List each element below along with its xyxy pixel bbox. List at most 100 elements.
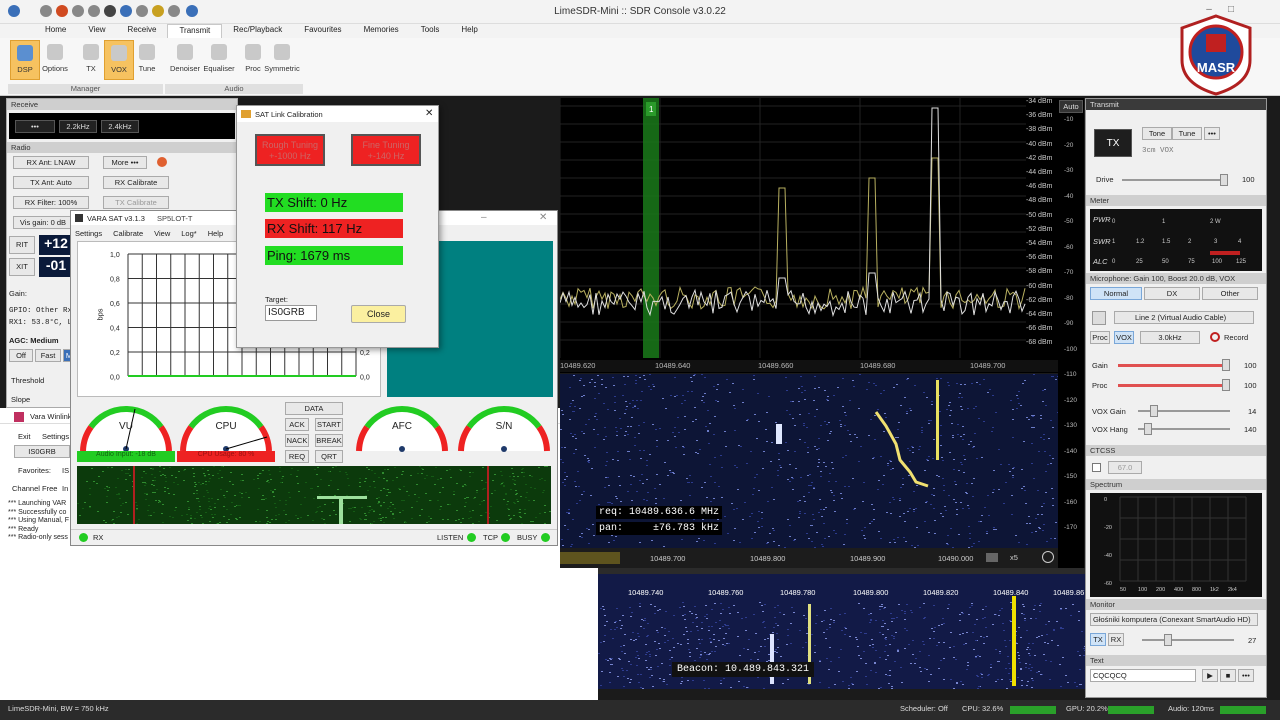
rough-tuning-button[interactable]: Rough Tuning +-1000 Hz (255, 134, 325, 166)
lifebuoy-icon[interactable] (157, 157, 167, 167)
waterfall-display[interactable]: req: 10489.636.6 MHz pan: ±76.783 kHz (560, 374, 1060, 550)
symmetric-button[interactable]: Symmetric (264, 40, 300, 80)
bw-2.4-button[interactable]: 2.4kHz (101, 120, 139, 133)
vara-minimize-icon[interactable]: – (481, 212, 487, 223)
vox-button[interactable]: VOX (104, 40, 134, 80)
play-circle-icon[interactable] (1042, 551, 1054, 563)
vox-toggle[interactable]: VOX (1114, 331, 1134, 344)
mic-icon[interactable] (1092, 311, 1106, 325)
sn-gauge: S/N (455, 401, 553, 463)
zoom-label[interactable]: x5 (1010, 553, 1018, 562)
tune-button-tx[interactable]: Tune (1172, 127, 1202, 140)
mic-dx-tab[interactable]: DX (1144, 287, 1200, 300)
text-more-icon[interactable]: ••• (1238, 669, 1254, 682)
xit-button[interactable]: XIT (9, 258, 35, 276)
rx-filter-select[interactable]: RX Filter: 100% (13, 196, 89, 209)
lower-waterfall[interactable]: 10489.740 10489.760 10489.780 10489.800 … (598, 574, 1087, 690)
spectrum-display[interactable]: 1 10489.620 10489.640 10489.660 10489.68… (559, 98, 1061, 373)
break-button[interactable]: BREAK (315, 434, 343, 447)
rx-ant-select[interactable]: RX Ant: LNAW (13, 156, 89, 169)
vis-gain-select[interactable]: Vis gain: 0 dB (13, 216, 73, 229)
rit-button[interactable]: RIT (9, 236, 35, 254)
vara-menu-calibrate[interactable]: Calibrate (113, 229, 143, 238)
bw-2.2-button[interactable]: 2.2kHz (59, 120, 97, 133)
winlink-menu-settings[interactable]: Settings (42, 432, 69, 441)
tab-transmit[interactable]: Transmit (167, 24, 223, 38)
tx-ant-select[interactable]: TX Ant: Auto (13, 176, 89, 189)
nack-button[interactable]: NACK (285, 434, 309, 447)
text-play-icon[interactable]: ▶ (1202, 669, 1218, 682)
mic-normal-tab[interactable]: Normal (1090, 287, 1142, 300)
proc-slider[interactable] (1118, 379, 1230, 391)
denoiser-button[interactable]: Denoiser (168, 40, 202, 80)
req-button[interactable]: REQ (285, 450, 309, 463)
agc-fast-button[interactable]: Fast (35, 349, 61, 362)
favorites-value[interactable]: IS (62, 466, 69, 475)
bps-tick: 0,0 (110, 375, 120, 382)
vara-menu-view[interactable]: View (154, 229, 170, 238)
tx-more-button[interactable]: ••• (1204, 127, 1220, 140)
winlink-menu-exit[interactable]: Exit (18, 432, 31, 441)
tab-receive[interactable]: Receive (117, 24, 168, 38)
tab-help[interactable]: Help (450, 24, 488, 38)
monitor-slider[interactable] (1142, 634, 1234, 646)
text-stop-icon[interactable]: ■ (1220, 669, 1236, 682)
dsp-button[interactable]: DSP (10, 40, 40, 80)
tune-button[interactable]: Tune (132, 40, 162, 80)
tab-favourites[interactable]: Favourites (293, 24, 352, 38)
rx-marker-band[interactable] (643, 98, 659, 358)
beacon-marker[interactable] (1012, 596, 1016, 686)
more-button[interactable]: More ••• (103, 156, 147, 169)
vara-menu-log[interactable]: Log* (181, 229, 196, 238)
monitor-output-select[interactable]: Głośniki komputera (Conexant SmartAudio … (1090, 613, 1258, 626)
monitor-tx-toggle[interactable]: TX (1090, 633, 1106, 646)
keyboard-icon[interactable] (986, 553, 998, 562)
target-input[interactable]: IS0GRB (265, 305, 317, 321)
gain-slider[interactable] (1118, 359, 1230, 371)
audio-input-select[interactable]: Line 2 (Virtual Audio Cable) (1114, 311, 1254, 324)
vara-menu-help[interactable]: Help (208, 229, 223, 238)
data-button[interactable]: DATA (285, 402, 343, 415)
tx-button-large[interactable]: TX (1094, 129, 1132, 157)
tone-button[interactable]: Tone (1142, 127, 1172, 140)
dialog-icon (241, 110, 251, 118)
record-icon-tx[interactable] (1210, 332, 1220, 342)
ctcss-checkbox[interactable] (1092, 463, 1101, 472)
db-tick: -58 dBm (1026, 268, 1053, 276)
busy-indicator-icon (541, 533, 550, 542)
tab-memories[interactable]: Memories (353, 24, 410, 38)
record-label[interactable]: Record (1224, 333, 1248, 342)
vara-menu-settings[interactable]: Settings (75, 229, 102, 238)
tx-button[interactable]: TX (76, 40, 106, 80)
ctcss-select[interactable]: 67.0 (1108, 461, 1142, 474)
winlink-callsign[interactable]: IS0GRB (14, 445, 70, 458)
monitor-rx-toggle[interactable]: RX (1108, 633, 1124, 646)
tab-tools[interactable]: Tools (410, 24, 451, 38)
tab-rec-playback[interactable]: Rec/Playback (222, 24, 293, 38)
fine-tuning-button[interactable]: Fine Tuning +-140 Hz (351, 134, 421, 166)
auto-button[interactable]: Auto (1059, 100, 1083, 113)
vara-close-icon[interactable]: ✕ (539, 212, 547, 223)
options-button[interactable]: Options (40, 40, 70, 80)
tx-spec-x-tick: 100 (1138, 587, 1147, 593)
frequency-bar[interactable]: 10489.700 10489.800 10489.900 10490.000 … (560, 548, 1058, 568)
tx-calibrate-button[interactable]: TX Calibrate (103, 196, 169, 209)
tab-home[interactable]: Home (34, 24, 77, 38)
ack-button[interactable]: ACK (285, 418, 309, 431)
rx-calibrate-button[interactable]: RX Calibrate (103, 176, 169, 189)
vox-hang-slider[interactable] (1138, 423, 1230, 435)
equaliser-button[interactable]: Equaliser (202, 40, 236, 80)
text-macro-select[interactable]: CQCQCQ (1090, 669, 1196, 682)
dialog-close-icon[interactable]: ✕ (425, 108, 433, 119)
mic-other-tab[interactable]: Other (1202, 287, 1258, 300)
close-button[interactable]: Close (351, 305, 406, 323)
vox-gain-slider[interactable] (1138, 405, 1230, 417)
bw-more-button[interactable]: ••• (15, 120, 55, 133)
tab-view[interactable]: View (77, 24, 116, 38)
proc-toggle[interactable]: Proc (1090, 331, 1110, 344)
agc-off-button[interactable]: Off (9, 349, 33, 362)
tx-bandwidth-select[interactable]: 3.0kHz (1140, 331, 1200, 344)
qrt-button[interactable]: QRT (315, 450, 343, 463)
drive-slider[interactable] (1122, 174, 1228, 186)
start-button[interactable]: START (315, 418, 343, 431)
